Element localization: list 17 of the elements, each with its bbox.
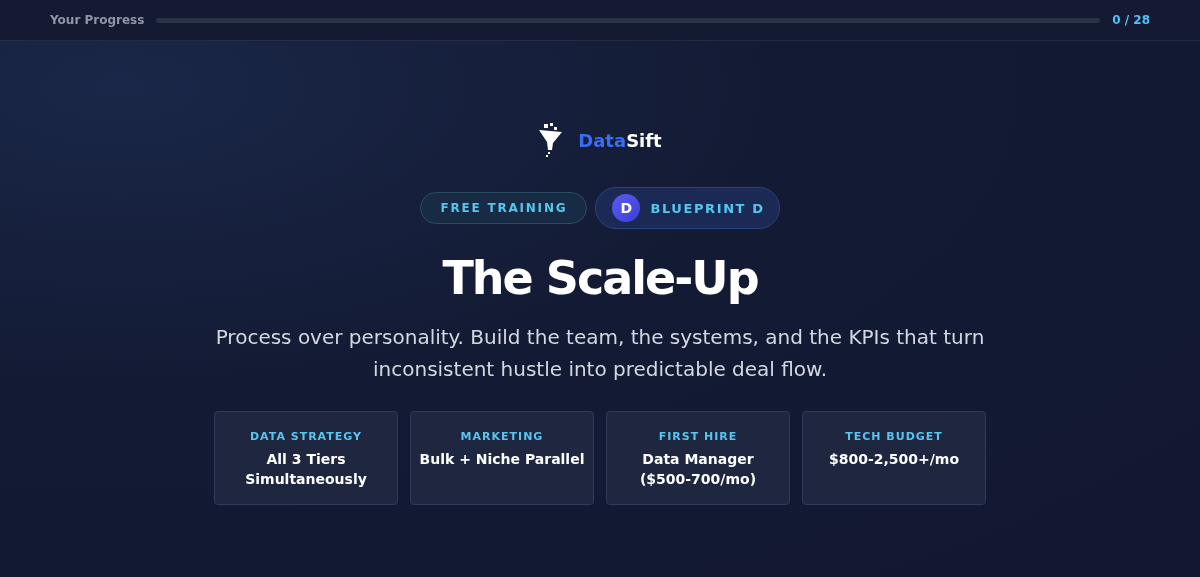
card-value: $800-2,500+/mo [827,450,961,469]
card-value: Data Manager ($500-700/mo) [638,450,758,489]
card-value: Bulk + Niche Parallel [418,450,586,469]
initial-avatar: D [612,194,641,222]
card-value: All 3 Tiers Simultaneously [244,450,368,489]
subtitle: Process over personality. Build the team, the systems, and the KPIs that turn inconsistent hustle into predictable deal flow. [214,324,986,383]
card-label: TECH BUDGET [845,430,943,443]
progress-count: 0 / 28 [1112,13,1150,27]
training-badge: FREE TRAINING [420,192,588,224]
funnel-icon [538,123,565,157]
card-label: MARKETING [460,430,544,443]
card-label: FIRST HIRE [658,430,738,443]
page-title: The Scale-Up [442,251,758,305]
brand-name: DataSift [578,129,662,151]
blueprint-label: BLUEPRINT D [650,200,765,216]
progress-label: Your Progress [50,13,145,27]
card-label: DATA STRATEGY [249,430,363,443]
